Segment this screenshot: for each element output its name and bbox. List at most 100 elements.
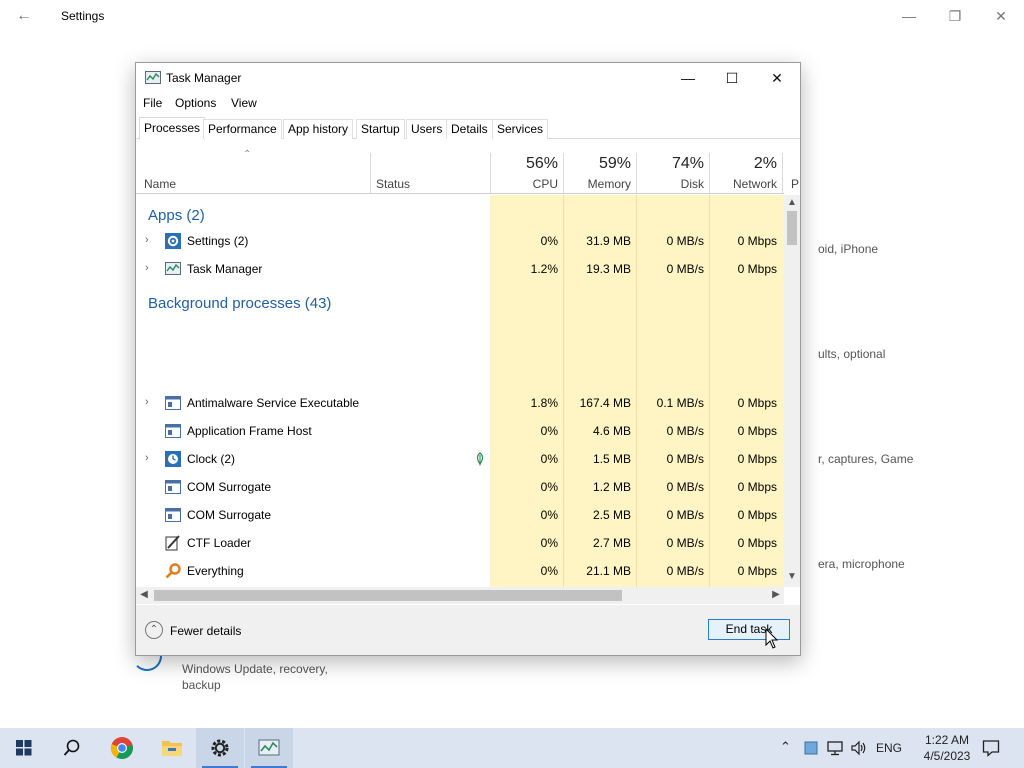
process-name: COM Surrogate — [187, 480, 272, 494]
horizontal-scrollbar[interactable]: ◀ ▶ — [136, 587, 784, 604]
chrome-icon — [110, 737, 133, 759]
start-button[interactable] — [0, 728, 48, 768]
menu-options[interactable]: Options — [175, 96, 216, 110]
disk-value: 0 MB/s — [666, 234, 704, 248]
search-button[interactable] — [48, 728, 96, 768]
disk-total: 74% — [671, 155, 704, 172]
network-value: 0 Mbps — [737, 508, 777, 522]
taskbar-chrome[interactable] — [98, 728, 146, 768]
back-arrow-icon[interactable]: ← — [14, 6, 34, 26]
column-header-row: ⌃ Name Status 56% CPU 59% Memory 74% Dis… — [136, 141, 799, 194]
table-row[interactable]: Everything 0% 21.1 MB 0 MB/s 0 Mbps — [136, 557, 784, 585]
table-row[interactable]: COM Surrogate 0% 1.2 MB 0 MB/s 0 Mbps — [136, 473, 784, 501]
cpu-value: 0% — [540, 424, 558, 438]
column-cpu[interactable]: CPU — [496, 177, 558, 191]
table-row[interactable]: Application Frame Host 0% 4.6 MB 0 MB/s 0 Mb… — [136, 417, 784, 445]
table-row[interactable]: COM Surrogate 0% 2.5 MB 0 MB/s 0 Mbps — [136, 501, 784, 529]
chevron-right-icon[interactable]: › — [145, 234, 149, 246]
volume-icon[interactable] — [850, 740, 868, 756]
tab-startup[interactable]: Startup — [356, 119, 405, 139]
clock-icon — [165, 451, 181, 467]
table-row[interactable]: › Antimalware Service Executable 1.8% 167.4… — [136, 389, 784, 417]
notes-icon[interactable] — [804, 741, 818, 755]
scroll-down-icon[interactable]: ▼ — [784, 571, 800, 582]
scroll-left-icon[interactable]: ◀ — [136, 589, 152, 600]
column-network[interactable]: Network — [715, 177, 777, 191]
group-header-background[interactable]: Background processes (43) — [136, 285, 784, 323]
cpu-value: 1.2% — [530, 262, 558, 276]
settings-title: Settings — [61, 9, 105, 23]
close-icon[interactable]: ✕ — [989, 4, 1013, 28]
column-divider[interactable] — [709, 153, 710, 193]
chevron-right-icon[interactable]: › — [145, 396, 149, 408]
memory-value: 21.1 MB — [586, 564, 631, 578]
table-row[interactable]: › Clock (2) 0% 1.5 MB 0 MB/s 0 Mbps — [136, 445, 784, 473]
disk-value: 0 MB/s — [666, 564, 704, 578]
network-value: 0 Mbps — [737, 234, 777, 248]
process-name: Task Manager — [187, 262, 263, 276]
network-value: 0 Mbps — [737, 536, 777, 550]
task-manager-icon — [165, 262, 181, 275]
column-divider[interactable] — [563, 153, 564, 193]
menu-file[interactable]: File — [143, 96, 162, 110]
column-disk[interactable]: Disk — [642, 177, 704, 191]
tab-processes[interactable]: Processes — [139, 117, 206, 140]
column-memory[interactable]: Memory — [569, 177, 631, 191]
taskbar-file-explorer[interactable] — [148, 728, 196, 768]
clock[interactable]: 1:22 AM 4/5/2023 — [912, 732, 982, 764]
task-manager-titlebar[interactable]: Task Manager — ☐ ✕ — [136, 63, 800, 93]
column-status[interactable]: Status — [376, 177, 410, 191]
column-name[interactable]: Name — [144, 177, 176, 191]
update-description-line2: backup — [182, 678, 221, 692]
devices-description: oid, iPhone — [818, 242, 879, 256]
vertical-scrollbar[interactable]: ▲ ▼ — [784, 195, 800, 587]
clock-date: 4/5/2023 — [923, 749, 971, 763]
network-icon[interactable] — [826, 740, 844, 756]
table-row[interactable]: › Settings (2) 0% 31.9 MB 0 MB/s 0 Mbps — [136, 227, 784, 255]
process-name: Application Frame Host — [187, 424, 312, 438]
column-divider[interactable] — [490, 153, 491, 193]
column-divider[interactable] — [370, 153, 371, 193]
disk-value: 0 MB/s — [666, 424, 704, 438]
chevron-up-icon[interactable]: ⌃ — [145, 621, 163, 639]
chevron-right-icon[interactable]: › — [145, 452, 149, 464]
minimize-icon[interactable]: — — [897, 4, 921, 28]
gaming-description: r, captures, Game — [818, 452, 914, 466]
fewer-details-link[interactable]: Fewer details — [170, 624, 241, 638]
column-divider[interactable] — [636, 153, 637, 193]
tab-app-history[interactable]: App history — [283, 119, 354, 139]
tab-services[interactable]: Services — [492, 119, 549, 139]
group-header-apps[interactable]: Apps (2) — [136, 199, 784, 229]
footer: ⌃ Fewer details End task — [136, 605, 800, 655]
chevron-right-icon[interactable]: › — [145, 262, 149, 274]
taskbar-task-manager[interactable] — [245, 728, 293, 768]
table-row[interactable]: › Task Manager 1.2% 19.3 MB 0 MB/s 0 Mbp… — [136, 255, 784, 283]
table-row[interactable]: CTF Loader 0% 2.7 MB 0 MB/s 0 Mbps — [136, 529, 784, 557]
tab-details[interactable]: Details — [446, 119, 493, 139]
windows-logo-icon — [16, 740, 32, 756]
cpu-value: 1.8% — [530, 396, 558, 410]
taskbar-settings[interactable] — [196, 728, 244, 768]
scroll-right-icon[interactable]: ▶ — [768, 589, 784, 600]
menu-view[interactable]: View — [231, 96, 257, 110]
process-list: Apps (2) › Settings (2) 0% 31.9 MB 0 MB/… — [136, 195, 784, 587]
process-name: Everything — [187, 564, 244, 578]
apps-description: ults, optional — [818, 347, 886, 361]
column-divider[interactable] — [782, 153, 783, 193]
disk-value: 0 MB/s — [666, 480, 704, 494]
memory-value: 167.4 MB — [579, 396, 631, 410]
scroll-thumb[interactable] — [154, 590, 622, 601]
restore-icon[interactable]: ❐ — [943, 4, 967, 28]
minimize-icon[interactable]: — — [672, 67, 704, 89]
tab-performance[interactable]: Performance — [203, 119, 282, 139]
scroll-thumb[interactable] — [787, 211, 797, 245]
memory-total: 59% — [598, 155, 631, 172]
chevron-up-icon[interactable]: ⌃ — [780, 739, 791, 755]
column-power-cut[interactable]: P — [791, 177, 801, 191]
language-indicator[interactable]: ENG — [876, 741, 902, 755]
scroll-up-icon[interactable]: ▲ — [784, 197, 800, 208]
tab-users[interactable]: Users — [406, 119, 448, 139]
maximize-icon[interactable]: ☐ — [716, 67, 748, 89]
close-icon[interactable]: ✕ — [761, 67, 793, 89]
notification-icon[interactable] — [982, 739, 1000, 757]
